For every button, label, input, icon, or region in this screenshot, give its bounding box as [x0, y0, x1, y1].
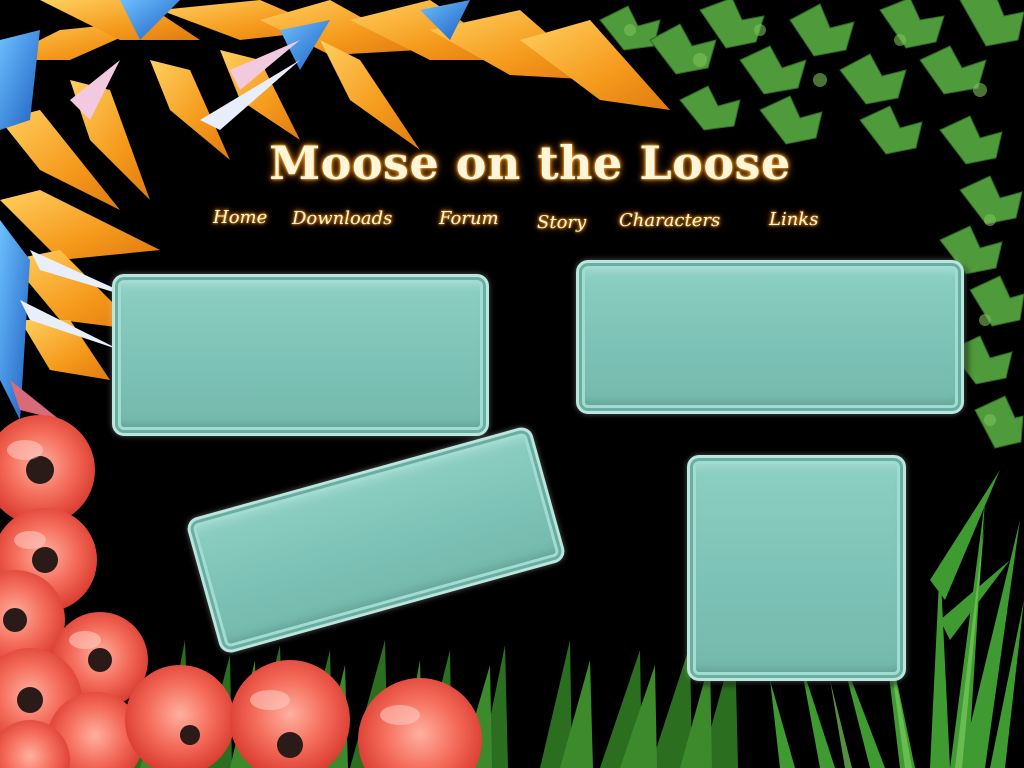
content-panel-top-left: [112, 274, 489, 436]
content-panel-bottom-right: [687, 455, 906, 681]
nav-link-forum[interactable]: Forum: [439, 208, 499, 229]
nav-link-story[interactable]: Story: [537, 212, 586, 233]
nav-link-links[interactable]: Links: [769, 209, 818, 230]
page-canvas: Moose on the Loose Home Downloads Forum …: [0, 0, 1024, 768]
nav-link-home[interactable]: Home: [213, 207, 267, 228]
nav-link-characters[interactable]: Characters: [619, 210, 720, 231]
site-title: Moose on the Loose: [269, 136, 791, 190]
content-panel-top-right: [576, 260, 964, 414]
nav-link-downloads[interactable]: Downloads: [292, 208, 392, 229]
